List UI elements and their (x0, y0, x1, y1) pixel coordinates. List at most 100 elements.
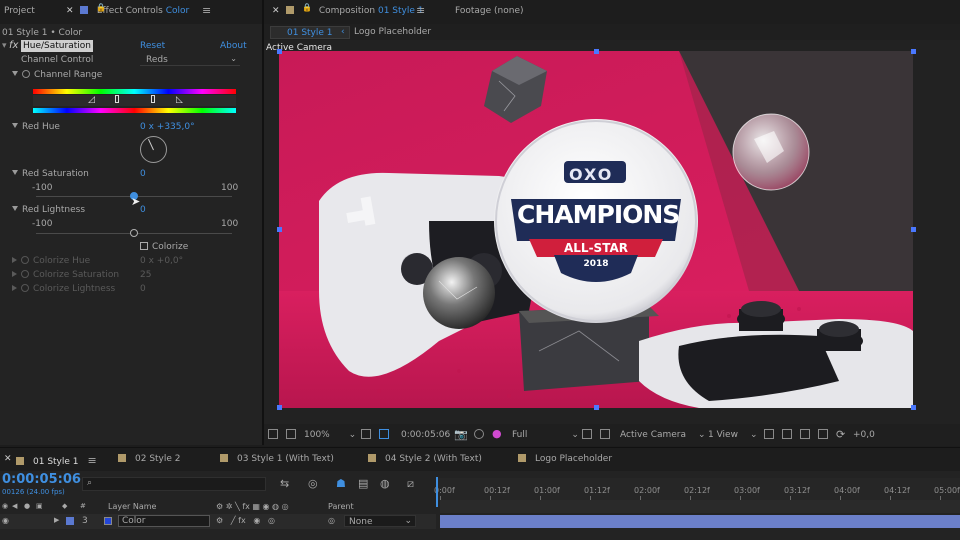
red-hue-header[interactable]: Red Hue (12, 122, 60, 132)
timeline-tab-0[interactable]: 01 Style 1 ≡ (16, 454, 97, 467)
close-icon[interactable]: ✕ (272, 6, 280, 16)
red-hue-dial[interactable] (140, 136, 167, 163)
red-saturation-value[interactable]: 0 (140, 169, 146, 179)
resolution-dropdown[interactable]: Full ⌄ (512, 430, 579, 440)
fx-toggle[interactable]: fx (9, 40, 18, 51)
about-button[interactable]: About (220, 41, 247, 51)
close-icon[interactable]: ✕ (4, 454, 12, 464)
frame-handle-bl[interactable] (277, 405, 282, 410)
fast-preview-icon[interactable] (782, 429, 792, 439)
timeline-tab-3[interactable]: 04 Style 2 (With Text) (368, 454, 482, 464)
panel-menu-icon[interactable]: ≡ (202, 4, 211, 17)
audio-icon[interactable]: ◀ (12, 502, 17, 510)
frame-handle-tl[interactable] (277, 49, 282, 54)
viewer-timecode[interactable]: 0:00:05:06 (401, 430, 450, 440)
motion-blur-icon[interactable]: ◍ (380, 477, 390, 490)
red-hue-value[interactable]: 0 x +335,0° (140, 122, 195, 132)
collapse-arrow-icon[interactable]: ▾ (2, 41, 7, 51)
comp-color-chip (368, 454, 376, 462)
grid-icon[interactable] (361, 429, 371, 439)
range-left-handle[interactable] (115, 95, 119, 103)
frame-handle-mr[interactable] (911, 227, 916, 232)
dial-needle (147, 138, 154, 151)
panel-menu-icon[interactable]: ≡ (88, 454, 97, 467)
lock-icon[interactable]: 🔒 (96, 3, 106, 12)
timeline-tab-2[interactable]: 03 Style 1 (With Text) (220, 454, 334, 464)
breadcrumb-logo-placeholder[interactable]: Logo Placeholder (354, 27, 431, 37)
eye-icon[interactable]: ◉ (2, 502, 8, 510)
colorize-checkbox[interactable] (140, 242, 148, 250)
draft-3d-icon[interactable]: ◎ (308, 477, 318, 490)
label-icon[interactable]: ◆ (62, 502, 67, 510)
timeline-tab-4[interactable]: Logo Placeholder (518, 454, 612, 464)
layer-duration-bar[interactable] (440, 515, 960, 528)
show-snapshot-icon[interactable] (474, 429, 484, 439)
red-saturation-header[interactable]: Red Saturation (12, 169, 89, 179)
colorize-row[interactable]: Colorize (140, 242, 188, 252)
layer-name-field[interactable]: Color (118, 515, 210, 527)
camera-dropdown[interactable]: Active Camera ⌄ (620, 430, 706, 440)
timeline-icon[interactable] (800, 429, 810, 439)
view-layout-dropdown[interactable]: 1 View ⌄ (708, 430, 758, 440)
channel-range-header[interactable]: Channel Range (12, 70, 102, 80)
reset-button[interactable]: Reset (140, 41, 165, 51)
red-lightness-header[interactable]: Red Lightness (12, 205, 85, 215)
tab-project[interactable]: Project (4, 6, 35, 16)
timeline-current-time[interactable]: 0:00:05:06 (2, 472, 81, 487)
frame-handle-bm[interactable] (594, 405, 599, 410)
work-area-bar[interactable] (440, 500, 960, 513)
frame-handle-tr[interactable] (911, 49, 916, 54)
frame-handle-ml[interactable] (277, 227, 282, 232)
column-layer-name[interactable]: Layer Name (108, 502, 156, 511)
shy-icon[interactable]: ☗ (336, 477, 346, 490)
channel-control-dropdown[interactable]: Reds ⌄ (140, 54, 240, 66)
breadcrumb-active-label: 01 Style 1 (287, 28, 333, 38)
effect-name[interactable]: Hue/Saturation (21, 40, 93, 52)
lock-icon[interactable]: ▣ (36, 502, 43, 510)
flowchart-icon[interactable] (818, 429, 828, 439)
expand-arrow-icon[interactable]: ▶ (54, 516, 59, 524)
solo-icon[interactable]: ● (24, 502, 30, 510)
camera-snapshot-icon[interactable]: 📷 (454, 428, 468, 441)
layer-visibility-icon[interactable]: ◉ (2, 516, 9, 525)
range-right-handle[interactable] (151, 95, 155, 103)
monitor-icon[interactable] (286, 429, 296, 439)
breadcrumb-active[interactable]: 01 Style 1 ‹ (270, 26, 350, 39)
comp-mini-flowchart-icon[interactable]: ⇆ (280, 477, 289, 490)
zoom-dropdown[interactable]: 100% ⌄ (304, 430, 356, 440)
region-of-interest-icon[interactable] (379, 429, 389, 439)
panel-menu-icon[interactable]: ≡ (416, 4, 425, 17)
parent-pickwhip-icon[interactable]: ◎ (328, 516, 335, 525)
range-falloff-right-handle[interactable]: ◺ (176, 95, 183, 105)
timeline-tab-1[interactable]: 02 Style 2 (118, 454, 181, 464)
channel-range-sliders[interactable]: ◿ ◺ (33, 95, 236, 106)
parent-dropdown[interactable]: None ⌄ (344, 515, 416, 527)
layer-row[interactable]: ◉ ▶ 3 Color ⚙ ╱ fx ◉ ◎ ◎ None ⌄ (0, 514, 436, 529)
layer-switches[interactable]: ⚙ ╱ fx ◉ ◎ (216, 516, 275, 525)
frame-handle-tm[interactable] (594, 49, 599, 54)
effect-layer-path: 01 Style 1 • Color (2, 28, 83, 38)
layer-label-color[interactable] (66, 517, 74, 525)
toggle-pixel-aspect-icon[interactable] (764, 429, 774, 439)
exposure-value[interactable]: +0,0 (853, 430, 875, 440)
graph-editor-icon[interactable]: ⧄ (407, 477, 414, 491)
range-falloff-left-handle[interactable]: ◿ (88, 95, 95, 105)
always-preview-icon[interactable] (268, 429, 278, 439)
close-icon[interactable]: ✕ (66, 6, 74, 16)
lock-icon[interactable]: 🔒 (302, 3, 312, 12)
lightness-slider-knob[interactable] (130, 229, 138, 237)
reset-exposure-icon[interactable]: ⟳ (836, 428, 845, 441)
composition-frame[interactable]: OXO CHAMPIONS ALL-STAR 2018 (279, 51, 913, 408)
column-parent[interactable]: Parent (328, 502, 354, 511)
playhead[interactable] (436, 477, 438, 507)
transparency-grid-icon[interactable] (582, 429, 592, 439)
frame-blending-icon[interactable]: ▤ (358, 477, 368, 490)
tab-footage[interactable]: Footage (none) (455, 6, 524, 16)
channel-icon[interactable]: ● (492, 427, 502, 440)
toggle-mask-icon[interactable] (600, 429, 610, 439)
timeline-search-input[interactable]: ⌕ (82, 477, 266, 491)
frame-handle-br[interactable] (911, 405, 916, 410)
red-lightness-value[interactable]: 0 (140, 205, 146, 215)
parent-value: None (349, 517, 373, 527)
time-ruler[interactable]: 0:00f 00:12f 01:00f 01:12f 02:00f 02:12f 03:00… (434, 478, 960, 500)
